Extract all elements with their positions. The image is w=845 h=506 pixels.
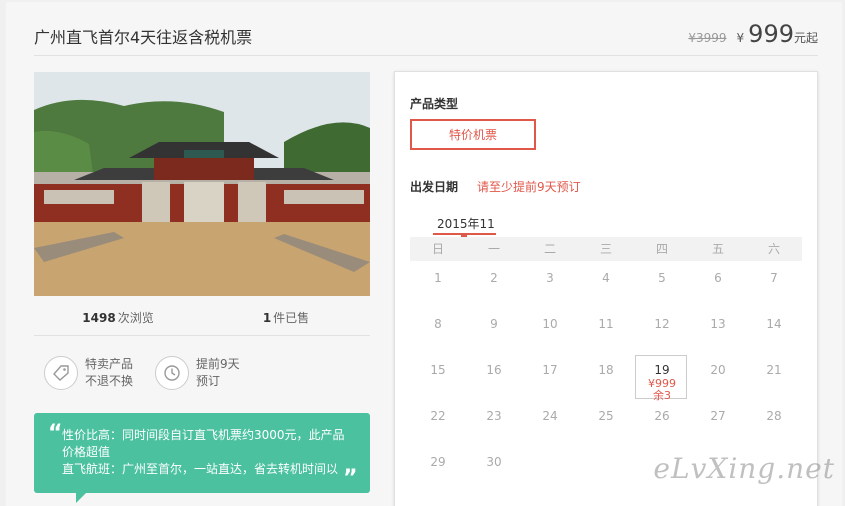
highlight-line: 性价比高：同时间段自订直飞机票约3000元，此产品	[62, 428, 345, 442]
palace-gate-image	[34, 72, 370, 296]
calendar-day: 29	[430, 455, 446, 469]
calendar-day: 17	[542, 363, 558, 377]
calendar-week: 15 16 17 18 19 ¥999 余3 20 21	[410, 353, 802, 402]
weekday-label: 三	[599, 242, 612, 256]
selected-day-number: 19	[654, 363, 670, 377]
price-unit: 元起	[793, 31, 818, 45]
watermark-logo: eLvXing.net	[653, 452, 835, 485]
feature-line: 不退不换	[85, 374, 134, 388]
sold-count: 1 件已售	[202, 300, 370, 335]
departure-date-label: 出发日期	[410, 180, 459, 194]
sold-count-number: 1	[262, 310, 272, 325]
callout-tail	[76, 493, 86, 503]
calendar-day: 27	[710, 409, 726, 423]
calendar-day: 22	[430, 409, 446, 423]
calendar-week: 8 9 10 11 12 13 14	[410, 307, 802, 353]
highlight-line: 直飞航班：广州至首尔，一站直达，省去转机时间以	[62, 462, 339, 476]
calendar-day: 3	[546, 271, 554, 285]
view-count-number: 1498	[82, 310, 116, 325]
open-quote: “	[48, 421, 63, 446]
product-type-label: 产品类型	[410, 97, 459, 111]
weekday-header: 日 一 二 三 四 五 六	[410, 237, 802, 261]
weekday-label: 五	[711, 242, 724, 256]
sale-price: 999	[748, 20, 794, 48]
calendar-week: 22 23 24 25 26 27 28	[410, 399, 802, 445]
feature-line: 预订	[196, 374, 221, 388]
calendar-day	[522, 445, 578, 491]
price-area: ¥3999 ¥ 999 元起	[688, 20, 818, 48]
calendar-day: 10	[542, 317, 558, 331]
calendar-day: 25	[598, 409, 614, 423]
calendar-day: 14	[766, 317, 782, 331]
calendar-day: 20	[710, 363, 726, 377]
product-type-option-button[interactable]: 特价机票	[410, 119, 536, 150]
calendar-day: 12	[654, 317, 670, 331]
weekday-label: 四	[655, 242, 668, 256]
feature-advance-booking: 提前9天 预订	[155, 356, 240, 390]
weekday-label: 六	[767, 242, 780, 256]
clock-icon	[155, 356, 189, 390]
calendar-day: 9	[490, 317, 498, 331]
departure-hint: 请至少提前9天预订	[477, 180, 581, 194]
view-count: 1498 次浏览	[34, 300, 202, 335]
calendar-day: 6	[714, 271, 722, 285]
calendar-day-selected[interactable]: 19 ¥999 余3	[634, 353, 690, 402]
calendar-day: 11	[598, 317, 614, 331]
currency-symbol: ¥	[736, 31, 745, 45]
calendar-day: 7	[770, 271, 778, 285]
view-count-label: 次浏览	[117, 311, 154, 325]
stats-bar: 1498 次浏览 1 件已售	[34, 300, 370, 336]
feature-special-sale: 特卖产品 不退不换	[44, 356, 133, 390]
calendar-day: 16	[486, 363, 502, 377]
booking-panel: 产品类型 特价机票 出发日期 请至少提前9天预订 2015年11 日 一 二 三…	[394, 71, 818, 506]
calendar-day: 23	[486, 409, 502, 423]
calendar-day	[578, 445, 634, 491]
feature-line: 特卖产品	[85, 357, 134, 371]
product-title: 广州直飞首尔4天往返含税机票	[34, 28, 253, 47]
calendar-day: 18	[598, 363, 614, 377]
calendar-day: 4	[602, 271, 610, 285]
calendar-day: 8	[434, 317, 442, 331]
calendar-day: 5	[658, 271, 666, 285]
calendar-day: 28	[766, 409, 782, 423]
calendar-day: 2	[490, 271, 498, 285]
calendar-day: 13	[710, 317, 726, 331]
calendar-day: 1	[434, 271, 442, 285]
highlights-box: “ 性价比高：同时间段自订直飞机票约3000元，此产品 价格超值 直飞航班：广州…	[34, 413, 370, 503]
calendar-day: 30	[486, 455, 502, 469]
highlight-line: 价格超值	[62, 445, 111, 459]
calendar-day: 21	[766, 363, 782, 377]
sold-count-label: 件已售	[273, 311, 310, 325]
product-photo[interactable]	[34, 72, 370, 296]
month-tab[interactable]: 2015年11	[437, 215, 495, 232]
weekday-label: 日	[431, 242, 444, 256]
original-price: ¥3999	[688, 31, 727, 45]
calendar-day: 24	[542, 409, 558, 423]
close-quote: „	[343, 454, 358, 479]
title-divider	[34, 55, 818, 56]
calendar-week: 1 2 3 4 5 6 7	[410, 261, 802, 307]
tag-icon	[44, 356, 78, 390]
calendar-day: 15	[430, 363, 446, 377]
calendar-day: 26	[654, 409, 670, 423]
weekday-label: 二	[543, 242, 556, 256]
feature-line: 提前9天	[196, 357, 240, 371]
weekday-label: 一	[487, 242, 500, 256]
